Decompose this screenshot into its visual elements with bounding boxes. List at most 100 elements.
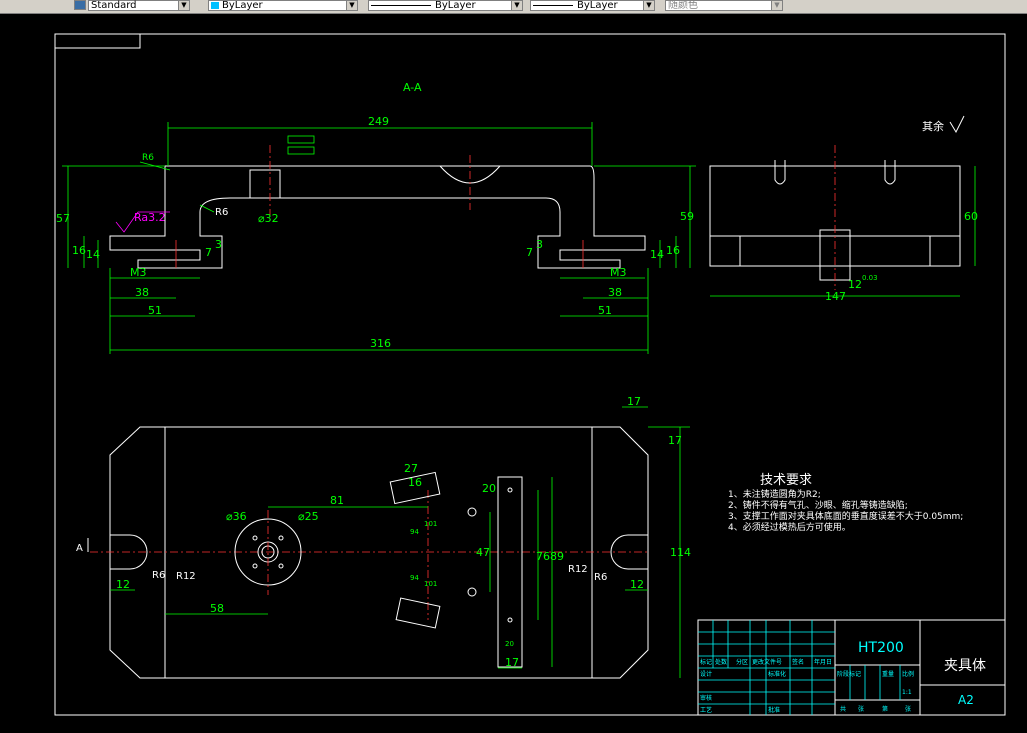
dim-51: 51 [148,304,162,317]
dim-r6: R6 [594,572,607,583]
tech-item: 3、支撑工作面对夹具体底面的垂直度误差不大于0.05mm; [728,510,963,522]
tb-material: HT200 [858,640,904,656]
dim-316: 316 [370,337,391,350]
plan-body [109,426,649,679]
dim-3: 3 [536,238,543,251]
dim-47: 47 [476,546,490,559]
tb-label: 张 [905,705,911,713]
tech-item: 2、铸件不得有气孔、沙眼、缩孔等铸造缺陷; [728,499,908,511]
frame-corner-box [55,34,141,49]
tb-label: 年月日 [814,658,832,666]
tb-label: 比例 [902,670,914,678]
dim-17: 17 [627,395,641,408]
dim-16: 16 [72,244,86,257]
tb-label: 重量 [882,670,894,678]
dim-14: 14 [86,248,100,261]
dim-114: 114 [670,546,691,559]
section-view: A-A 249 316 57 59 16 14 16 14 7 3 7 3 M3… [56,81,696,354]
drawing-canvas[interactable]: A-A 249 316 57 59 16 14 16 14 7 3 7 3 M3… [0,0,1027,733]
bushing-hole [249,169,281,199]
dim-101: 101 [424,580,437,588]
dim-38: 38 [135,286,149,299]
tb-label: 设计 [700,670,712,678]
dim-27: 27 [404,462,418,475]
tb-label: 工艺 [700,706,712,714]
dim-16: 16 [408,476,422,489]
tb-label: 处数 [715,658,727,666]
dim-76: 76 [536,550,550,563]
dim-r12: R12 [568,564,588,575]
dim-14: 14 [650,248,664,261]
dim-94: 94 [410,574,419,582]
title-block: HT200 夹具体 A2 1:1 标记 处数 分区 更改文件号 签名 年月日 设… [697,619,1006,716]
dim-7: 7 [526,246,533,259]
clamp-block-bottom [395,597,441,629]
dim-249: 249 [368,115,389,128]
dim-phi36: ⌀36 [226,510,247,523]
dim-20: 20 [505,640,514,648]
bolt-hole [278,563,284,569]
dim-51: 51 [598,304,612,317]
hole [507,487,513,493]
dim-7: 7 [205,246,212,259]
dim-147: 147 [825,290,846,303]
dim-58: 58 [210,602,224,615]
dim-phi32: ⌀32 [258,212,279,225]
leader-line [199,204,215,213]
dim-16: 16 [666,244,680,257]
tech-item: 4、必须经过模热后方可使用。 [728,521,851,533]
plan-view: 81 ⌀36 ⌀25 58 12 12 R6 R12 R12 R6 27 16 … [76,395,691,679]
dim-57: 57 [56,212,70,225]
dim-r12: R12 [176,571,196,582]
dim-r6: R6 [142,153,154,163]
hole [507,617,513,623]
dim-3: 3 [215,238,222,251]
tb-label: 第 [882,705,888,713]
roughness-icon [949,115,965,134]
tb-scale: 1:1 [902,689,912,696]
tb-label: 标记 [700,658,712,666]
roughness-ra: Ra3.2 [134,211,166,224]
bolt-hole [252,563,258,569]
dim-89: 89 [550,550,564,563]
hole [467,587,477,597]
dim-20: 20 [482,482,496,495]
hole [467,507,477,517]
dim-m3: M3 [610,266,627,279]
section-mark-a: A [76,543,83,554]
roughness-note: 其余 [922,119,944,133]
drawing-frame [54,33,1006,716]
dim-12: 12 [116,578,130,591]
dim-17: 17 [505,656,519,669]
bolt-hole [278,535,284,541]
dim-12: 12 [630,578,644,591]
side-view: 147 60 12 0.03 其余 [709,115,978,303]
tolerance-frame [287,146,315,155]
section-body [109,165,646,269]
tb-label: 更改文件号 [752,658,782,666]
tb-label: 分区 [736,658,748,666]
tolerance-frame [287,135,315,144]
bolt-hole [252,535,258,541]
tech-requirements: 技术要求 1、未注铸造圆角为R2; 2、铸件不得有气孔、沙眼、缩孔等铸造缺陷; … [728,473,963,533]
tb-label: 签名 [792,658,804,666]
pin [884,160,896,185]
dim-r6: R6 [152,570,165,581]
tb-label: 共 [840,705,846,713]
tb-label: 标准化 [768,670,786,678]
dim-12: 12 [848,278,862,291]
tb-label: 批准 [768,706,780,714]
dim-60: 60 [964,210,978,223]
tb-name: 夹具体 [944,658,986,674]
pin [774,160,786,185]
dim-phi25: ⌀25 [298,510,319,523]
dim-m3: M3 [130,266,147,279]
dim-r6: R6 [215,207,228,218]
dim-101: 101 [424,520,437,528]
dim-12-tolerance: 0.03 [862,274,878,282]
tech-title: 技术要求 [760,473,812,488]
tb-label: 张 [858,705,864,713]
dim-38: 38 [608,286,622,299]
tb-label: 阶段标记 [837,670,861,678]
dim-94: 94 [410,528,419,536]
